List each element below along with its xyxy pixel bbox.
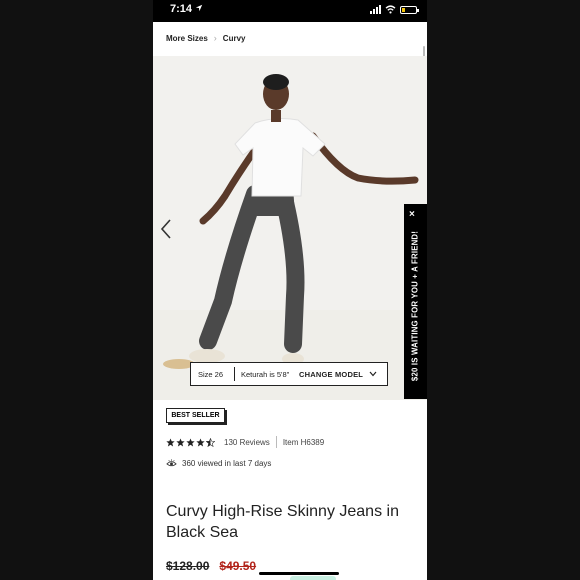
model-info-bar: Size 26 Keturah is 5'8" CHANGE MODEL [190,362,388,386]
phone-screen: 7:14 More Sizes › Curvy Size 26 Keturah … [153,0,427,580]
breadcrumb: More Sizes › Curvy [166,33,245,43]
model-size: Size 26 [198,369,224,379]
star-icon [196,437,205,446]
promo-pill [290,576,336,580]
location-arrow-icon [195,4,203,12]
referral-promo-tab[interactable]: × $20 IS WAITING FOR YOU + A FRIEND! [404,204,427,399]
signal-icon [370,5,381,14]
recent-views: 360 viewed in last 7 days [166,458,271,468]
viewed-count: 360 viewed in last 7 days [182,458,272,468]
star-icon [166,437,175,446]
breadcrumb-link-more-sizes[interactable]: More Sizes [166,34,208,43]
rating-divider [275,436,277,448]
change-model-button[interactable]: CHANGE MODEL [299,370,363,379]
product-image[interactable]: Size 26 Keturah is 5'8" CHANGE MODEL [153,56,427,400]
breadcrumb-link-curvy[interactable]: Curvy [223,34,246,43]
reviews-link[interactable]: 130 Reviews [224,438,270,447]
star-rating[interactable] [166,437,215,447]
wifi-icon [385,5,396,14]
chevron-right-icon: › [213,33,217,43]
status-time: 7:14 [170,3,193,15]
eye-icon [166,459,177,467]
item-number: Item H6389 [282,437,325,447]
close-promo-button[interactable]: × [409,209,415,220]
battery-icon [400,5,419,14]
half-star-icon [206,437,215,447]
star-icon [176,437,185,446]
product-title: Curvy High-Rise Skinny Jeans in Black Se… [166,502,399,541]
best-seller-badge: BEST SELLER [166,408,225,423]
sale-price: $49.50 [219,559,257,573]
price-row: $128.00 $49.50 [166,559,256,573]
status-bar: 7:14 [153,0,427,22]
original-price: $128.00 [166,559,210,573]
promo-text: $20 IS WAITING FOR YOU + A FRIEND! [410,230,420,382]
previous-image-arrow-icon[interactable] [158,218,174,240]
model-photo [163,74,419,369]
home-indicator[interactable] [259,572,339,575]
rating-row: 130 Reviews Item H6389 [166,436,324,448]
chevron-down-icon[interactable] [369,371,377,377]
star-icon [186,437,195,446]
model-height: Keturah is 5'8" [241,369,290,379]
